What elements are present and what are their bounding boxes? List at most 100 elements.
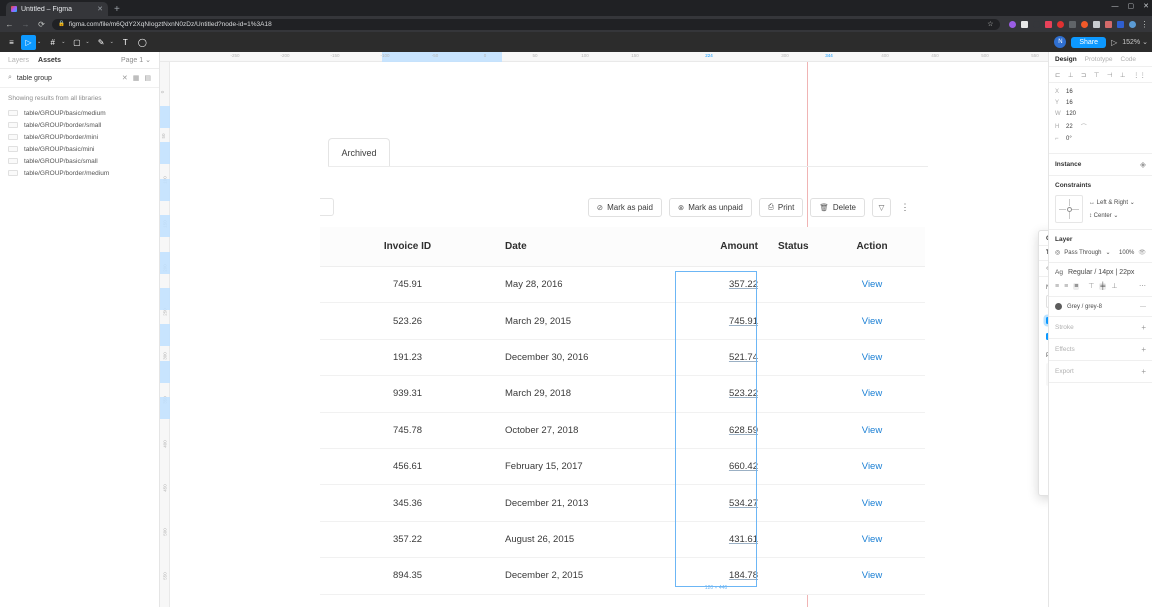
constraints-widget[interactable] [1055,195,1083,223]
extension-icon-4[interactable] [1044,20,1052,28]
mark-as-unpaid-button[interactable]: ⊗ Mark as unpaid [668,197,752,217]
tab-assets[interactable]: Assets [38,57,61,64]
browser-tab[interactable]: Untitled – Figma ✕ [6,2,108,16]
browser-menu-icon[interactable]: ⋮ [1141,20,1149,29]
text-valign-middle-icon[interactable]: ╪ [1099,282,1107,290]
zoom-control[interactable]: 152% ⌄ [1122,38,1148,47]
x-field[interactable]: X 16 [1055,89,1101,95]
pen-tool-icon[interactable]: ✎ [94,35,109,50]
figma-canvas[interactable]: -250 -200 -150 -100 -50 0 50 100 150 224 300 344 400… [160,52,1048,607]
tab-code[interactable]: Code [1121,56,1137,63]
table-row[interactable]: 456.61 February 15, 2017 660.42 View [320,449,925,486]
blend-mode-value[interactable]: Pass Through [1064,250,1101,256]
align-h-center-icon[interactable]: ⊥ [1068,71,1074,79]
extension-icon-2[interactable] [1020,20,1028,28]
archived-tab[interactable]: Archived [328,138,390,167]
show-decimal-checkbox-row[interactable]: ✓ Show Decimal (.xx) [1046,333,1048,340]
cell-action[interactable]: View [832,498,912,509]
align-right-icon[interactable]: ⊐ [1081,71,1086,79]
add-effect-icon[interactable]: + [1141,345,1146,354]
constraint-top[interactable] [1068,199,1070,206]
maximize-icon[interactable]: ▢ [1128,2,1135,10]
constraint-vertical[interactable]: ↕ Center ⌄ [1089,212,1135,219]
h-field[interactable]: H 22 ⌒ [1055,122,1101,132]
table-row[interactable]: 357.22 August 26, 2015 431.61 View [320,522,925,559]
back-icon[interactable]: ‹ [1046,265,1048,272]
align-v-center-icon[interactable]: ⊣ [1107,71,1113,79]
chevron-down-icon[interactable]: ⌄ [85,39,89,45]
present-icon[interactable]: ▷ [1111,38,1117,47]
chevron-down-icon[interactable]: ⌄ [37,39,41,45]
table-row[interactable]: 894.35 December 2, 2015 184.78 View [320,558,925,595]
back-icon[interactable]: ← [4,20,15,29]
cell-action[interactable]: View [832,316,912,327]
text-tool-icon[interactable]: T [118,35,133,50]
cell-action[interactable]: View [832,570,912,581]
new-tab-button[interactable]: + [114,4,120,15]
figma-menu-icon[interactable]: ≡ [4,35,19,50]
constraint-horizontal[interactable]: ↔ Left & Right ⌄ [1089,199,1135,206]
pen-tool[interactable]: ✎ ⌄ [94,35,116,50]
opacity-value[interactable]: 100% [1119,250,1134,256]
text-align-center-icon[interactable]: ≡ [1064,283,1068,290]
share-button[interactable]: Share [1071,36,1107,48]
y-field[interactable]: Y 16 [1055,100,1101,106]
frame-tool[interactable]: # ⌄ [45,35,67,50]
cell-action[interactable]: View [832,461,912,472]
text-align-right-icon[interactable]: ≡ [1073,282,1080,290]
tab-layers[interactable]: Layers [8,57,29,64]
rotation-field[interactable]: ⌐ 0° [1055,136,1101,142]
w-field[interactable]: W 120 [1055,111,1101,117]
mark-as-paid-button[interactable]: ⊘ Mark as paid [587,197,662,217]
forward-icon[interactable]: → [20,20,31,29]
extension-icon-7[interactable] [1080,20,1088,28]
cell-action[interactable]: View [832,425,912,436]
shape-tool-icon[interactable]: ▢ [69,35,84,50]
reload-icon[interactable]: ⟳ [36,20,47,29]
swap-instance-icon[interactable]: ◈ [1140,160,1146,169]
bookmark-star-icon[interactable]: ☆ [987,20,993,28]
list-item[interactable]: table/GROUP/basic/medium [0,107,159,119]
text-valign-bottom-icon[interactable]: ⊥ [1111,282,1117,290]
tab-design[interactable]: Design [1055,56,1077,63]
profile-avatar[interactable] [1128,20,1136,28]
align-left-icon[interactable]: ⊏ [1055,71,1060,79]
checkbox-checked-icon[interactable]: ✓ [1046,333,1048,340]
number-range-select[interactable]: Hundreds (xxx) ⌄ [1046,295,1048,308]
list-item[interactable]: table/GROUP/basic/small [0,155,159,167]
constraint-bottom[interactable] [1068,212,1070,219]
more-options-button[interactable]: ⋮ [898,198,912,217]
constraint-right[interactable] [1072,208,1079,210]
add-export-icon[interactable]: + [1141,367,1146,376]
cell-action[interactable]: View [832,279,912,290]
table-row[interactable]: 745.91 May 28, 2016 357.22 View [320,267,925,304]
fill-style-name[interactable]: Grey / grey-8 [1067,304,1102,310]
close-icon[interactable]: ✕ [97,5,103,13]
extension-icon-9[interactable] [1104,20,1112,28]
address-bar[interactable]: 🔒 figma.com/file/m6QdY2XqNIogztNxnN0zDz/… [52,18,1000,30]
align-bottom-icon[interactable]: ⊥ [1120,71,1126,79]
table-row[interactable]: 939.31 March 29, 2018 523.22 View [320,376,925,413]
filter-button[interactable]: ▽ [872,197,891,217]
extension-icon-3[interactable] [1032,20,1040,28]
chevron-down-icon[interactable]: ⌄ [110,39,114,45]
extension-icon-8[interactable] [1092,20,1100,28]
clear-search-icon[interactable]: ✕ [122,74,128,82]
table-row[interactable]: 191.23 December 30, 2016 521.74 View [320,340,925,377]
list-item[interactable]: table/GROUP/border/medium [0,167,159,179]
table-row[interactable]: 523.26 March 29, 2015 745.91 View [320,303,925,340]
checkbox-checked-icon[interactable]: ✓ [1046,317,1048,324]
page-selector[interactable]: Page 1 ⌄ [121,56,151,65]
visibility-icon[interactable]: 👁 [1138,249,1146,256]
distribute-icon[interactable]: ⋮⋮ [1133,71,1146,79]
remove-fill-icon[interactable]: — [1140,304,1146,310]
collaborator-avatar[interactable]: N [1054,36,1067,48]
cell-action[interactable]: View [832,388,912,399]
chevron-down-icon[interactable]: ⌄ [61,39,65,45]
shape-tool[interactable]: ▢ ⌄ [69,35,91,50]
align-top-icon[interactable]: ⊤ [1094,71,1100,79]
cell-action[interactable]: View [832,352,912,363]
extension-icon-10[interactable] [1116,20,1124,28]
show-currency-checkbox-row[interactable]: ✓ Show Currency ($) ☝ [1046,317,1048,324]
cell-action[interactable]: View [832,534,912,545]
